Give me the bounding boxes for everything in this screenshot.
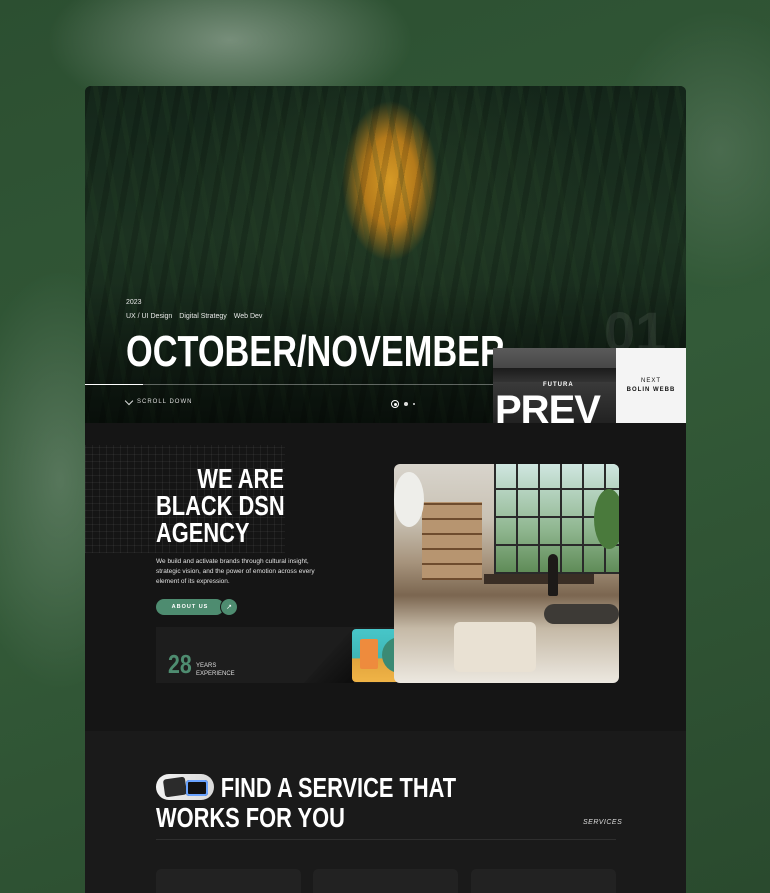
about-us-button[interactable]: ABOUT US ↗ — [156, 598, 238, 616]
next-project-button[interactable]: NEXT BOLIN WEBB — [616, 348, 686, 423]
diagonal-shape — [304, 627, 354, 683]
hero-tag[interactable]: Web Dev — [234, 313, 263, 320]
office-plant — [594, 489, 619, 549]
years-label: YEARS EXPERIENCE — [196, 662, 235, 678]
services-title-line: FIND A SERVICE THAT — [220, 772, 457, 803]
video-scene-shape — [360, 639, 378, 669]
hero-year: 2023 — [126, 299, 142, 306]
pagination-dot[interactable] — [404, 402, 408, 406]
about-title-line: WE ARE — [197, 463, 284, 494]
about-description: We build and activate brands through cul… — [156, 558, 315, 585]
hero-title[interactable]: OCTOBER/NOVEMBER — [126, 330, 505, 374]
progress-fill — [85, 384, 143, 385]
years-label-line: YEARS — [196, 663, 217, 669]
prev-project-button[interactable]: FUTURA PREV — [493, 348, 616, 423]
about-us-label: ABOUT US — [156, 599, 224, 615]
office-sofa — [454, 622, 536, 672]
prev-label: PREV — [495, 388, 601, 423]
services-section: FIND A SERVICE THAT WORKS FOR YOU SERVIC… — [85, 731, 686, 893]
scroll-down-link[interactable]: SCROLL DOWN — [124, 396, 193, 405]
divider — [156, 839, 616, 840]
services-label: SERVICES — [583, 819, 623, 826]
hero-tag[interactable]: Digital Strategy — [179, 313, 226, 320]
services-title: FIND A SERVICE THAT WORKS FOR YOU — [156, 773, 456, 833]
hero-tag[interactable]: UX / UI Design — [126, 313, 172, 320]
service-card[interactable] — [471, 869, 616, 893]
pagination-dot[interactable] — [413, 403, 415, 405]
about-title-line: AGENCY — [156, 517, 250, 548]
website-preview-card: 2023 UX / UI Design Digital Strategy Web… — [85, 86, 686, 893]
about-section: WE ARE BLACK DSN AGENCY We build and act… — [85, 423, 686, 731]
scroll-down-label: SCROLL DOWN — [137, 399, 193, 405]
hero-section: 2023 UX / UI Design Digital Strategy Web… — [85, 86, 686, 423]
service-card[interactable] — [313, 869, 458, 893]
pagination-dot-active[interactable] — [391, 400, 399, 408]
next-project-name: BOLIN WEBB — [626, 387, 676, 393]
progress-track — [85, 384, 493, 385]
office-image — [394, 464, 619, 683]
service-card[interactable] — [156, 869, 301, 893]
about-title: WE ARE BLACK DSN AGENCY — [156, 463, 285, 548]
office-bookshelf — [422, 502, 482, 580]
years-label-line: EXPERIENCE — [196, 671, 235, 677]
office-sofa — [544, 604, 619, 624]
next-label: NEXT — [640, 378, 661, 384]
hero-tags: UX / UI Design Digital Strategy Web Dev — [126, 313, 262, 320]
slider-pagination — [391, 400, 415, 408]
office-table — [484, 574, 594, 584]
arrow-up-right-icon: ↗ — [220, 598, 238, 616]
about-title-line: BLACK DSN — [156, 490, 285, 521]
years-number: 28 — [168, 649, 192, 679]
office-person — [548, 554, 558, 596]
office-lamp — [394, 472, 424, 527]
prev-project-image — [493, 368, 616, 382]
services-title-line: WORKS FOR YOU — [156, 802, 345, 833]
